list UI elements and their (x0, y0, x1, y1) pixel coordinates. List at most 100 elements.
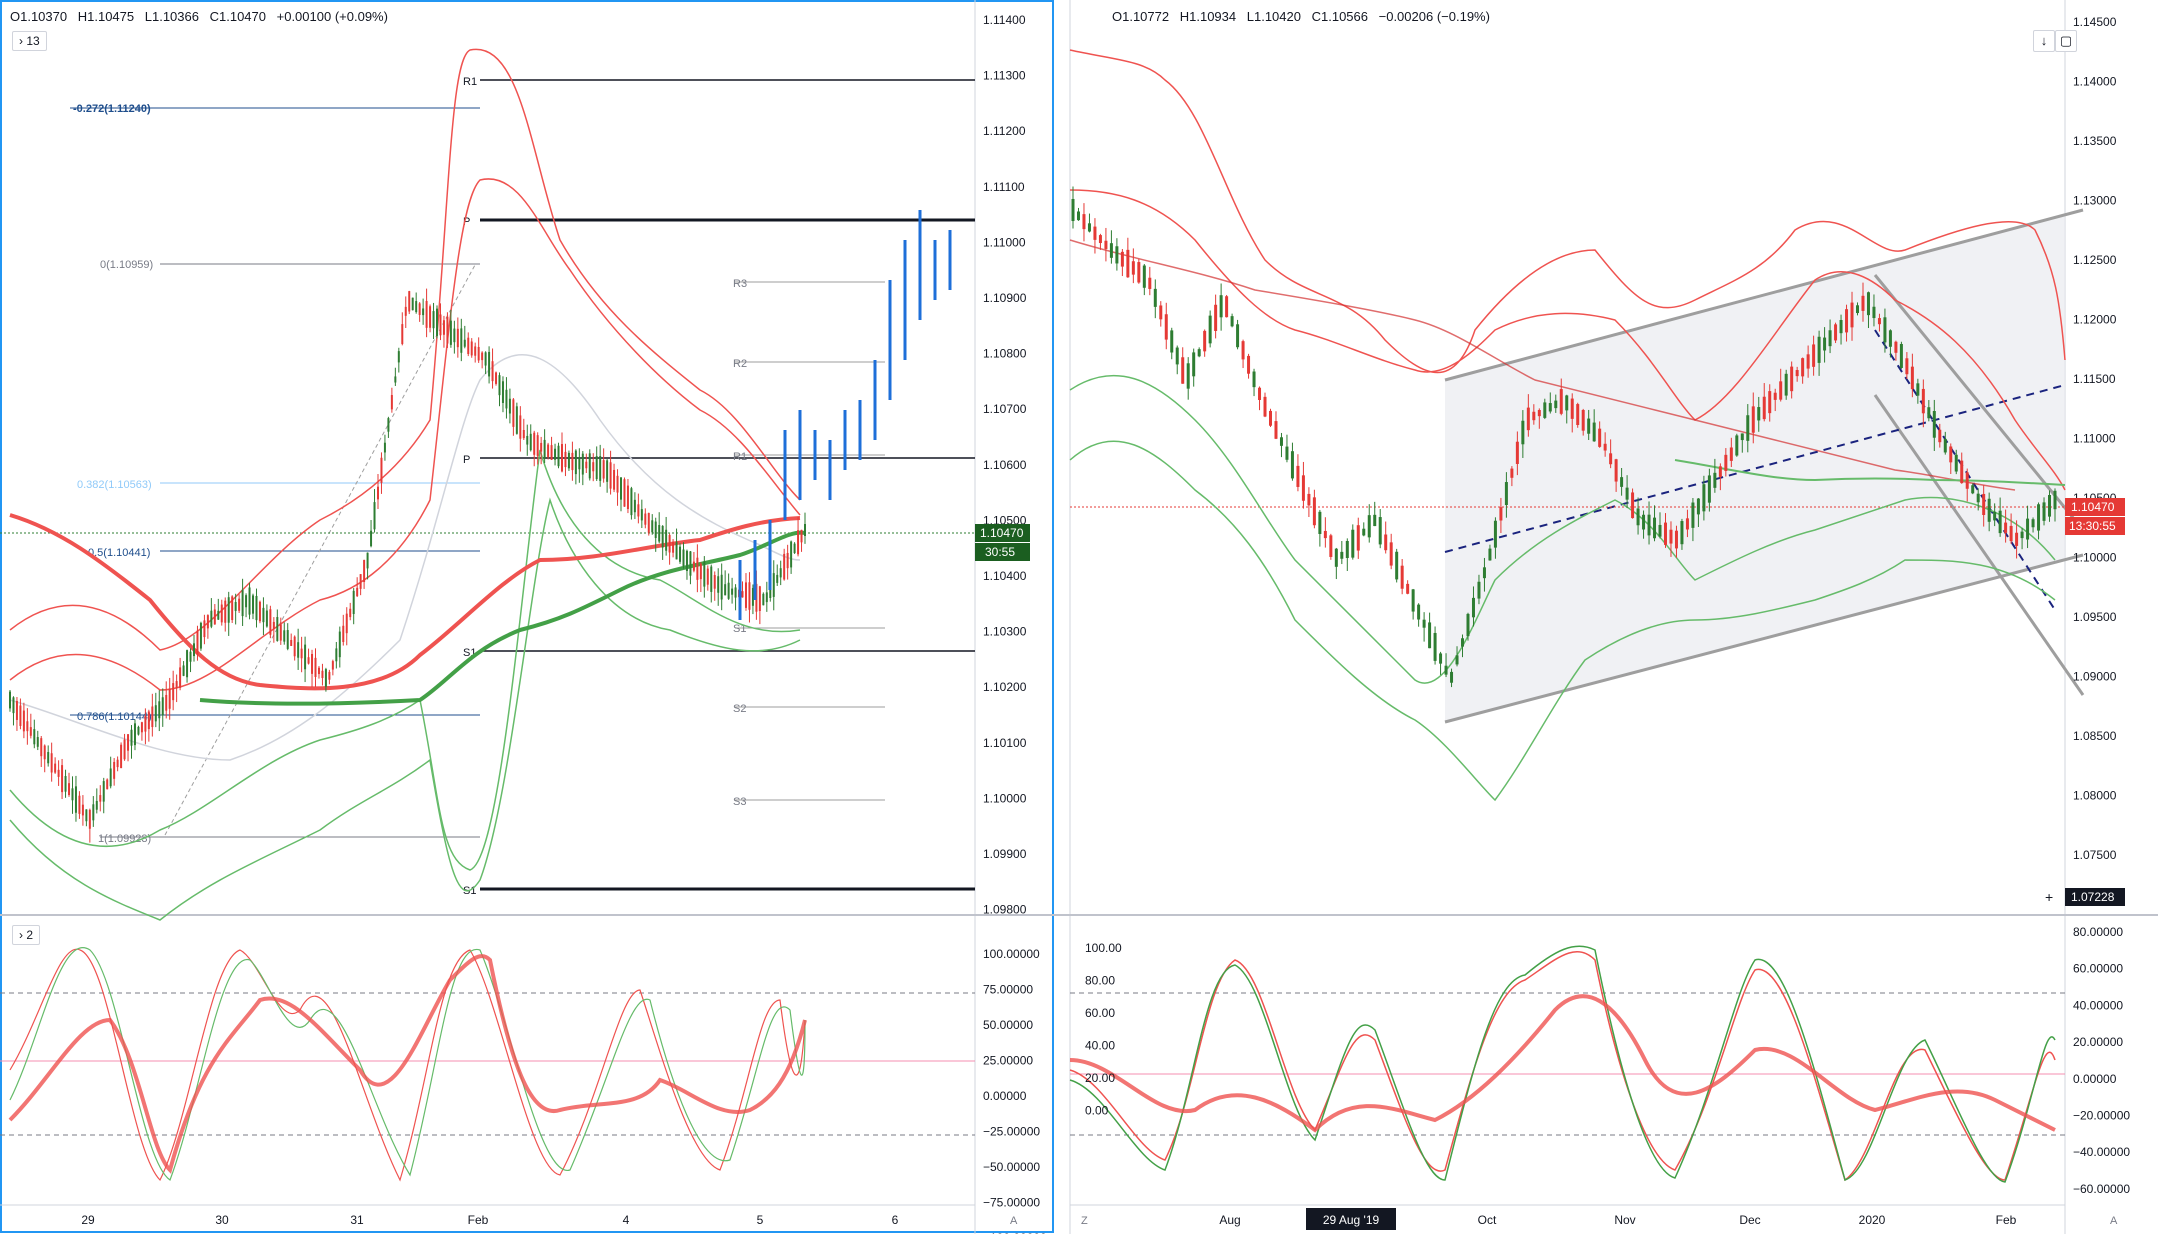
axis-tick-label: 1.12500 (2073, 253, 2117, 267)
candle-body (585, 461, 588, 469)
time-tick-label: Feb (1996, 1213, 2017, 1227)
crosshair-plus-icon[interactable]: + (2045, 889, 2053, 905)
candle-body (352, 590, 355, 615)
ohlc-low: L1.10420 (1246, 9, 1301, 24)
candle-body (519, 415, 522, 439)
candle-body (640, 509, 643, 521)
candle-body (425, 300, 428, 328)
time-tick-label: Feb (468, 1213, 489, 1227)
candle-body (1537, 409, 1541, 417)
candle-body (390, 395, 393, 410)
candle-body (189, 651, 192, 662)
candle-body (654, 521, 657, 539)
candle-body (1126, 249, 1130, 278)
candle-body (1082, 214, 1086, 230)
candle-body (1828, 330, 1832, 347)
candle-body (231, 596, 234, 621)
candle-body (74, 786, 77, 813)
candle-body (1378, 517, 1382, 545)
candle-body (647, 512, 650, 533)
candle-body (1965, 472, 1969, 489)
candle-body (147, 711, 150, 730)
axis-auto-button[interactable]: A (2110, 1215, 2118, 1227)
axis-tick-label: 0.00000 (983, 1089, 1027, 1103)
candle-body (703, 561, 706, 587)
candle-body (1219, 295, 1223, 318)
candle-body (1208, 315, 1212, 344)
candle-body (203, 620, 206, 638)
maximize-icon[interactable]: ▢ (2055, 30, 2077, 52)
candle-body (317, 667, 320, 675)
axis-auto-button[interactable]: A (1010, 1215, 1018, 1227)
candle-body (1142, 265, 1146, 288)
candle-body (182, 665, 185, 676)
candle-body (81, 804, 84, 816)
candle-body (515, 406, 518, 434)
candle-body (606, 460, 609, 482)
candle-body (1471, 597, 1475, 618)
left-chart-svg[interactable]: R1 P R3 R2 P R1 S1 S1 S2 S3 S1 -0.272(1.… (0, 0, 1055, 1234)
candle-body (40, 738, 43, 757)
axis-tick-label: 1.11000 (2073, 432, 2116, 446)
candle-body (1493, 520, 1497, 548)
candle-body (1279, 437, 1283, 446)
price-badge: 1.10470 (2071, 500, 2115, 514)
axis-tick-label: 1.10800 (983, 347, 1027, 361)
candle-body (804, 523, 806, 537)
candle-body (57, 769, 60, 777)
axis-tick-label: 1.07500 (2073, 848, 2117, 862)
candle-body (498, 375, 501, 396)
candle-body (1433, 632, 1437, 661)
candle-body (741, 591, 744, 598)
time-tick-label: 4 (623, 1213, 630, 1227)
candle-body (1735, 435, 1739, 456)
candle-body (248, 587, 251, 615)
candle-body (786, 552, 789, 569)
osc-legend-toggle[interactable]: › 2 (12, 925, 41, 945)
candle-body (1411, 589, 1415, 612)
candle-body (1455, 655, 1459, 665)
candle-body (1729, 447, 1733, 461)
axis-tick-label: 100.00 (1085, 941, 1122, 955)
candle-body (1318, 511, 1322, 534)
axis-tick-label: 1.10000 (983, 791, 1027, 805)
candle-body (1921, 388, 1925, 414)
axis-tick-label: 1.11200 (983, 124, 1026, 138)
candle-body (508, 398, 511, 414)
axis-tick-label: −75.00000 (983, 1196, 1040, 1210)
candle-body (1790, 366, 1794, 392)
candle-body (567, 452, 570, 469)
candle-body (679, 546, 682, 562)
right-price-axis: 1.14500 1.14000 1.13500 1.13000 1.12500 1.120… (2073, 15, 2117, 862)
candle-body (783, 553, 786, 580)
candle-body (790, 541, 793, 568)
fib-label: -0.272(1.11240) (73, 103, 151, 115)
candle-body (140, 722, 143, 733)
candle-body (158, 701, 161, 719)
axis-tick-label: 100.00000 (983, 947, 1040, 961)
right-chart-svg[interactable]: 1.14500 1.14000 1.13500 1.13000 1.12500 1.120… (1055, 0, 2158, 1234)
axis-tick-label: −50.00000 (983, 1160, 1040, 1174)
candle-body (1960, 460, 1964, 484)
left-chart-pane[interactable]: R1 P R3 R2 P R1 S1 S1 S2 S3 S1 -0.272(1.… (0, 0, 1055, 1234)
candle-body (1521, 420, 1525, 445)
indicator-legend-toggle[interactable]: › 13 (12, 31, 47, 51)
right-chart-pane[interactable]: 1.14500 1.14000 1.13500 1.13000 1.12500 1.120… (1055, 0, 2158, 1234)
download-icon[interactable]: ↓ (2033, 30, 2055, 52)
time-tick-label: 31 (350, 1213, 364, 1227)
left-ohlc-legend: O1.10370 H1.10475 L1.10366 C1.10470 +0.0… (10, 9, 395, 24)
candle-body (144, 715, 147, 732)
candle-body (1422, 619, 1426, 628)
indicator-count: 13 (26, 34, 40, 48)
crosshair-price: 1.07228 (2071, 890, 2115, 904)
candle-body (196, 630, 199, 655)
candle-body (127, 734, 130, 751)
candle-body (1515, 441, 1519, 464)
left-oscillator: 100.00000 75.00000 50.00000 25.00000 0.00000… (0, 947, 1047, 1234)
axis-zoom-button[interactable]: Z (1081, 1215, 1088, 1227)
candle-body (297, 642, 300, 658)
candle-body (370, 530, 373, 547)
candle-body (345, 613, 348, 634)
candle-body (238, 598, 241, 611)
candle-body (1356, 525, 1360, 551)
